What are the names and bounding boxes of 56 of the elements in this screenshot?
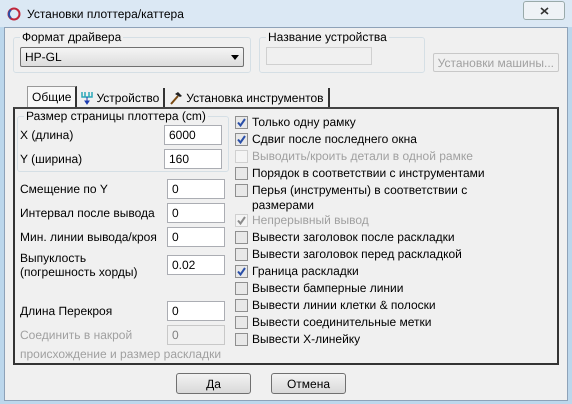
- dropdown-arrow-icon: [231, 54, 239, 60]
- input-field[interactable]: 0: [167, 179, 225, 199]
- checkbox[interactable]: [235, 316, 248, 329]
- input-field[interactable]: 160: [164, 149, 222, 169]
- pen-plotter-icon: [81, 90, 94, 104]
- input-field[interactable]: 0: [167, 227, 225, 247]
- group-label: Формат драйвера: [20, 30, 124, 44]
- checkbox[interactable]: [235, 265, 248, 278]
- input-field[interactable]: 0: [167, 301, 225, 321]
- check-icon: [237, 216, 246, 225]
- input-field[interactable]: 0: [167, 203, 225, 223]
- checkbox[interactable]: [235, 248, 248, 261]
- checkbox-label: Перья (инструменты) в соответствии с размерами: [252, 183, 468, 213]
- checkbox-label: Непрерывный вывод: [252, 213, 370, 228]
- checkbox[interactable]: [235, 333, 248, 346]
- tab[interactable]: Общие: [27, 86, 78, 107]
- input-field[interactable]: 6000: [164, 125, 222, 145]
- field-label: Y (ширина): [20, 152, 84, 166]
- checkbox-label: Граница раскладки: [252, 264, 360, 279]
- hammer-icon: [169, 90, 184, 104]
- checkbox[interactable]: [235, 184, 248, 197]
- checkbox-label: Порядок в соответствии с инструментами: [252, 166, 486, 181]
- checkbox-label: Вывести X-линейку: [252, 332, 362, 347]
- checkbox[interactable]: [235, 167, 248, 180]
- field-label: Длина Перекроя: [20, 304, 114, 318]
- checkbox-label: Сдвиг после последнего окна: [252, 132, 418, 147]
- field-label: X (длина): [20, 128, 74, 142]
- driver-format-dropdown[interactable]: HP-GL: [20, 47, 244, 67]
- checkbox-label: Вывести заголовок перед раскладкой: [252, 247, 463, 262]
- checkbox[interactable]: [235, 299, 248, 312]
- checkbox-label: Выводить/кроить детали в одной рамке: [252, 149, 474, 164]
- field-label: Выпуклость (погрешность хорды): [20, 251, 138, 279]
- check-icon: [237, 267, 246, 276]
- field-label: Соединить в накрой: [20, 328, 134, 342]
- checkbox-label: Вывести соединительные метки: [252, 315, 432, 330]
- group-label: Размер страницы плоттера (cm): [24, 109, 208, 123]
- close-icon: [540, 6, 548, 14]
- input-field[interactable]: 0.02: [167, 255, 225, 275]
- window-title: Установки плоттера/каттера: [27, 6, 184, 22]
- checkbox[interactable]: [235, 282, 248, 295]
- note-text: происхождение и размер раскладки: [20, 347, 222, 361]
- checkbox[interactable]: [235, 231, 248, 244]
- field-label: Интервал после вывода: [20, 206, 156, 220]
- checkbox-label: Вывести заголовок после раскладки: [252, 230, 456, 245]
- dialog-button[interactable]: Отмена: [271, 373, 346, 394]
- field-label: Смещение по Y: [20, 182, 109, 196]
- checkbox-label: Вывести линии клетки & полоски: [252, 298, 437, 313]
- group-label: Название устройства: [266, 30, 389, 44]
- app-logo-icon: [7, 6, 21, 20]
- dialog-button[interactable]: Да: [176, 373, 251, 394]
- close-button[interactable]: [523, 1, 565, 20]
- field-label: Мин. линии вывода/кроя: [20, 230, 158, 244]
- checkbox[interactable]: [235, 133, 248, 146]
- checkbox-label: Только одну рамку: [252, 115, 357, 130]
- checkbox-label: Вывести бамперные линии: [252, 281, 404, 296]
- checkbox[interactable]: [235, 116, 248, 129]
